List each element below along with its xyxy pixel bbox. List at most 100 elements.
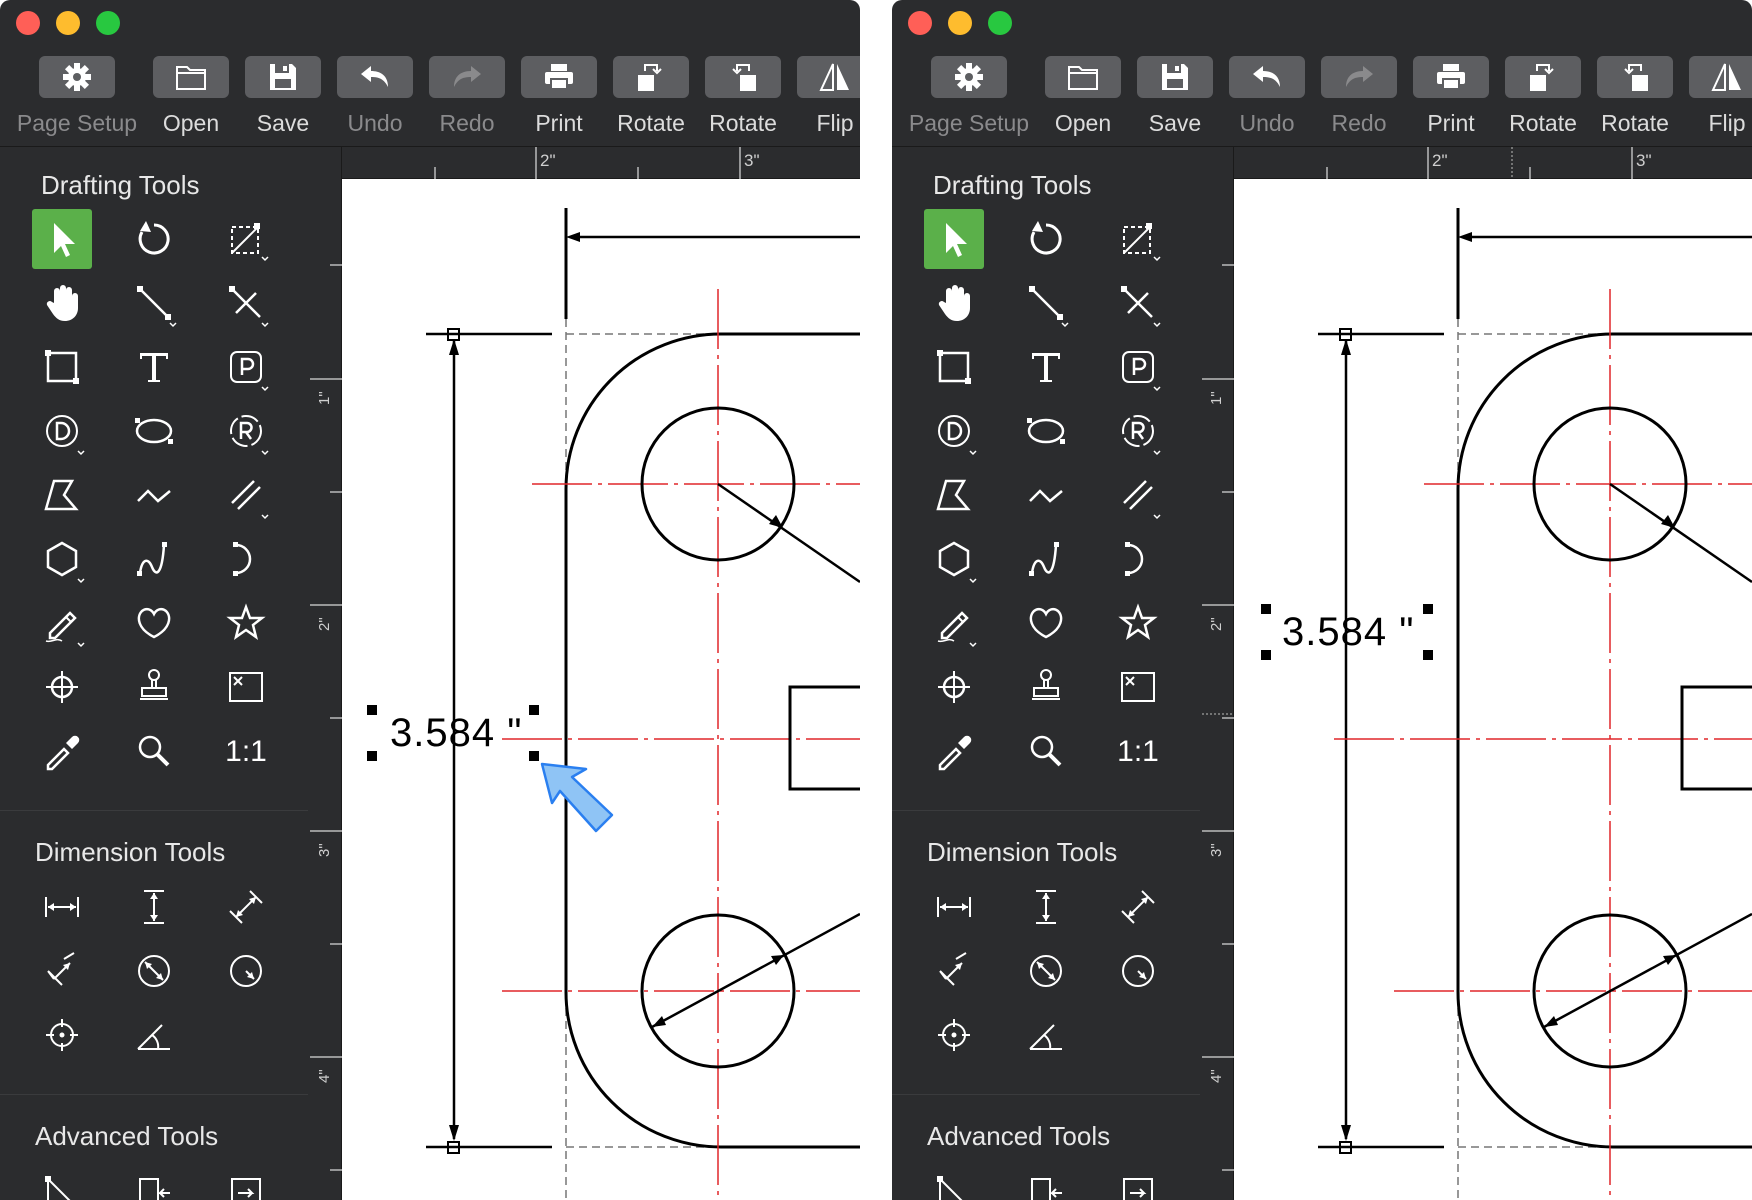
minimize-window-button[interactable]	[56, 11, 80, 35]
symbol-stamp-tool[interactable]	[1016, 657, 1076, 717]
flip-button[interactable]: Flip	[794, 56, 860, 140]
save-button[interactable]: Save	[242, 56, 324, 140]
rotate-right-button[interactable]: Rotate	[1594, 56, 1676, 140]
center-mark-tool[interactable]	[924, 1005, 984, 1065]
close-window-button[interactable]	[908, 11, 932, 35]
parallel-lines-tool[interactable]	[1108, 465, 1168, 525]
freehand-tool[interactable]	[32, 593, 92, 653]
regular-polygon-tool[interactable]	[924, 529, 984, 589]
dimension-text-label[interactable]: 3.584 "	[1282, 610, 1414, 655]
trim-tool[interactable]	[216, 273, 276, 333]
dimension-text-label[interactable]: 3.584 "	[390, 711, 522, 756]
drawing-canvas[interactable]: 3.584 "	[342, 179, 860, 1200]
circle-radius-tool[interactable]	[216, 401, 276, 461]
redo-button[interactable]: Redo	[426, 56, 508, 140]
flip-button[interactable]: Flip	[1686, 56, 1752, 140]
page-setup-button[interactable]: Page Setup	[902, 56, 1036, 140]
point-tool[interactable]	[1108, 337, 1168, 397]
radius-dimension-tool[interactable]	[1108, 941, 1168, 1001]
horizontal-dimension-tool[interactable]	[32, 877, 92, 937]
select-tool[interactable]	[32, 209, 92, 269]
pan-tool[interactable]	[924, 273, 984, 333]
page-setup-button[interactable]: Page Setup	[10, 56, 144, 140]
minimize-window-button[interactable]	[948, 11, 972, 35]
actual-size-tool[interactable]: 1:1	[1108, 721, 1168, 781]
select-tool[interactable]	[924, 209, 984, 269]
ellipse-tool[interactable]	[124, 401, 184, 461]
undo-button[interactable]: Undo	[334, 56, 416, 140]
eyedropper-tool[interactable]	[924, 721, 984, 781]
parallel-lines-tool[interactable]	[216, 465, 276, 525]
polyline-tool[interactable]	[1016, 465, 1076, 525]
advanced-tool-1[interactable]	[924, 1163, 984, 1200]
star-tool[interactable]	[216, 593, 276, 653]
perpendicular-dimension-tool[interactable]	[924, 941, 984, 1001]
undo-button[interactable]: Undo	[1226, 56, 1308, 140]
open-button[interactable]: Open	[1042, 56, 1124, 140]
crosshair-tool[interactable]	[924, 657, 984, 717]
spline-shape-tool[interactable]	[124, 593, 184, 653]
line-tool[interactable]	[124, 273, 184, 333]
rectangle-tool[interactable]	[32, 337, 92, 397]
curve-tool[interactable]	[124, 529, 184, 589]
line-tool[interactable]	[1016, 273, 1076, 333]
arc-tool[interactable]	[216, 529, 276, 589]
rotate-tool[interactable]	[1016, 209, 1076, 269]
horizontal-dimension-tool[interactable]	[924, 877, 984, 937]
vertical-dimension-tool[interactable]	[1016, 877, 1076, 937]
crosshair-tool[interactable]	[32, 657, 92, 717]
scale-tool[interactable]	[1108, 209, 1168, 269]
center-mark-tool[interactable]	[32, 1005, 92, 1065]
advanced-tool-2[interactable]	[1016, 1163, 1076, 1200]
star-tool[interactable]	[1108, 593, 1168, 653]
point-tool[interactable]	[216, 337, 276, 397]
text-tool[interactable]	[124, 337, 184, 397]
perpendicular-dimension-tool[interactable]	[32, 941, 92, 1001]
aligned-dimension-tool[interactable]	[216, 877, 276, 937]
circle-radius-tool[interactable]	[1108, 401, 1168, 461]
diameter-dimension-tool[interactable]	[124, 941, 184, 1001]
image-placeholder-tool[interactable]	[216, 657, 276, 717]
angular-dimension-tool[interactable]	[1016, 1005, 1076, 1065]
polygon-tool[interactable]	[32, 465, 92, 525]
symbol-stamp-tool[interactable]	[124, 657, 184, 717]
open-button[interactable]: Open	[150, 56, 232, 140]
advanced-tool-1[interactable]	[32, 1163, 92, 1200]
pan-tool[interactable]	[32, 273, 92, 333]
polygon-tool[interactable]	[924, 465, 984, 525]
rotate-tool[interactable]	[124, 209, 184, 269]
advanced-tool-3[interactable]	[1108, 1163, 1168, 1200]
save-button[interactable]: Save	[1134, 56, 1216, 140]
rotate-right-button[interactable]: Rotate	[702, 56, 784, 140]
zoom-tool[interactable]	[1016, 721, 1076, 781]
text-tool[interactable]	[1016, 337, 1076, 397]
regular-polygon-tool[interactable]	[32, 529, 92, 589]
print-button[interactable]: Print	[1410, 56, 1492, 140]
diameter-dimension-tool[interactable]	[1016, 941, 1076, 1001]
drawing-canvas[interactable]: 3.584 "	[1234, 179, 1752, 1200]
zoom-window-button[interactable]	[988, 11, 1012, 35]
rotate-left-button[interactable]: Rotate	[1502, 56, 1584, 140]
actual-size-tool[interactable]: 1:1	[216, 721, 276, 781]
rotate-left-button[interactable]: Rotate	[610, 56, 692, 140]
freehand-tool[interactable]	[924, 593, 984, 653]
scale-tool[interactable]	[216, 209, 276, 269]
spline-shape-tool[interactable]	[1016, 593, 1076, 653]
image-placeholder-tool[interactable]	[1108, 657, 1168, 717]
advanced-tool-2[interactable]	[124, 1163, 184, 1200]
circle-diameter-tool[interactable]	[32, 401, 92, 461]
vertical-dimension-tool[interactable]	[124, 877, 184, 937]
circle-diameter-tool[interactable]	[924, 401, 984, 461]
aligned-dimension-tool[interactable]	[1108, 877, 1168, 937]
ellipse-tool[interactable]	[1016, 401, 1076, 461]
print-button[interactable]: Print	[518, 56, 600, 140]
zoom-tool[interactable]	[124, 721, 184, 781]
redo-button[interactable]: Redo	[1318, 56, 1400, 140]
arc-tool[interactable]	[1108, 529, 1168, 589]
radius-dimension-tool[interactable]	[216, 941, 276, 1001]
advanced-tool-3[interactable]	[216, 1163, 276, 1200]
zoom-window-button[interactable]	[96, 11, 120, 35]
rectangle-tool[interactable]	[924, 337, 984, 397]
angular-dimension-tool[interactable]	[124, 1005, 184, 1065]
eyedropper-tool[interactable]	[32, 721, 92, 781]
